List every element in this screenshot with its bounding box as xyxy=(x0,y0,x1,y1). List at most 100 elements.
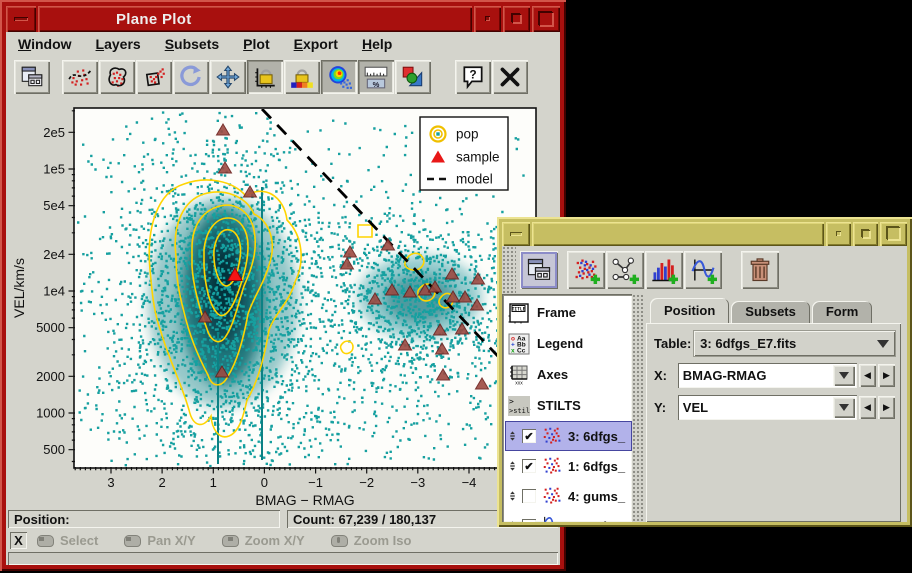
restore-button[interactable] xyxy=(532,6,560,32)
scatter-layer-icon xyxy=(540,455,564,477)
layer-visibility-checkbox[interactable]: ✔ xyxy=(522,459,536,473)
layer-stack-list[interactable]: TITLEFrameoAa+BbxCcLegendxxxAxes>>stilts… xyxy=(502,294,632,522)
tab-position[interactable]: Position xyxy=(650,298,729,323)
export-image-button[interactable] xyxy=(395,60,431,94)
hint-label: Zoom Iso xyxy=(354,533,412,548)
lock-axes-button[interactable] xyxy=(247,60,283,94)
table-select[interactable]: 3: 6dfgs_E7.fits xyxy=(694,331,895,356)
layer-visibility-checkbox[interactable] xyxy=(522,489,536,503)
title-area[interactable] xyxy=(532,222,824,246)
maximize-icon xyxy=(862,230,870,238)
lock-aux-range-button[interactable] xyxy=(284,60,320,94)
add-histogram-layer-button[interactable] xyxy=(645,251,683,289)
layer-item-1[interactable]: ✔ 3: 6dfgs_ xyxy=(505,421,632,451)
replot-button[interactable] xyxy=(173,60,209,94)
windows-button[interactable] xyxy=(14,60,50,94)
rescale-button[interactable] xyxy=(62,60,98,94)
help-button[interactable]: ? xyxy=(455,60,491,94)
plot-region[interactable]: 3210−1−2−3−42e51e55e42e41e45000200010005… xyxy=(6,98,560,510)
restore-button[interactable] xyxy=(880,222,907,246)
close-icon xyxy=(497,64,523,90)
selection-x-toggle[interactable]: X xyxy=(10,532,27,549)
layer-label: 3: 6dfgs_ xyxy=(568,429,625,444)
minimize-button[interactable] xyxy=(826,222,851,246)
x-tick-label: −2 xyxy=(359,475,374,490)
window-body: TITLEFrameoAa+BbxCcLegendxxxAxes>>stilts… xyxy=(502,246,907,522)
menu-window[interactable]: Window xyxy=(18,36,72,52)
x-next-button[interactable]: ▶ xyxy=(878,364,895,387)
titlebar[interactable] xyxy=(502,222,907,246)
x-coordinate-combo[interactable]: BMAG-RMAG xyxy=(678,363,857,388)
layer-item-2[interactable]: ✔1: 6dfgs_ xyxy=(505,451,632,481)
maximize-icon xyxy=(512,14,521,23)
windows-button[interactable] xyxy=(520,251,558,289)
legend-label-model: model xyxy=(456,172,493,187)
windows-icon xyxy=(19,64,45,90)
minimize-button[interactable] xyxy=(474,6,501,32)
y-prev-button[interactable]: ◀ xyxy=(859,396,876,419)
stack-item-legend[interactable]: oAa+BbxCcLegend xyxy=(505,328,632,359)
reorder-handle-icon[interactable] xyxy=(507,486,518,506)
menu-layers[interactable]: Layers xyxy=(96,36,141,52)
maximize-button[interactable] xyxy=(853,222,878,246)
window-menu-button[interactable] xyxy=(6,6,36,32)
minimize-icon xyxy=(485,16,490,21)
x-tick-label: −3 xyxy=(410,475,425,490)
reorder-handle-icon[interactable] xyxy=(507,426,518,446)
y-tick-label: 1e5 xyxy=(43,162,65,177)
tab-subsets[interactable]: Subsets xyxy=(731,301,810,323)
aux-shader-button[interactable] xyxy=(321,60,357,94)
layer-item-4[interactable]: ✔Function xyxy=(505,511,632,522)
menu-help[interactable]: Help xyxy=(362,36,392,52)
window-title: Plane Plot xyxy=(116,11,192,28)
toolbar-grip[interactable] xyxy=(502,246,516,294)
menu-subsets[interactable]: Subsets xyxy=(165,36,219,52)
maximize-button[interactable] xyxy=(503,6,530,32)
pan-axes-button[interactable] xyxy=(210,60,246,94)
delete-layer-button[interactable] xyxy=(741,251,779,289)
x-tick-label: −1 xyxy=(308,475,323,490)
plane-plot-chart[interactable]: 3210−1−2−3−42e51e55e42e41e45000200010005… xyxy=(6,98,560,511)
add-function-layer-button[interactable] xyxy=(684,251,722,289)
stack-item-axes[interactable]: xxxAxes xyxy=(505,359,632,390)
reorder-handle-icon[interactable] xyxy=(507,456,518,476)
add-link-layer-icon xyxy=(611,256,639,284)
layer-label: 4: gums_ xyxy=(568,489,625,504)
stack-item-stilts[interactable]: >>stiltsSTILTS xyxy=(505,390,632,421)
menu-plot[interactable]: Plot xyxy=(243,36,269,52)
legend-label-sample: sample xyxy=(456,150,500,165)
control-toolbar xyxy=(502,246,907,294)
hint-select: Select xyxy=(37,533,98,548)
svg-text:TITLE: TITLE xyxy=(512,306,526,312)
title-area[interactable]: Plane Plot xyxy=(38,6,472,32)
y-next-button[interactable]: ▶ xyxy=(878,396,895,419)
window-menu-button[interactable] xyxy=(502,222,530,246)
close-button[interactable] xyxy=(492,60,528,94)
legend-label-pop: pop xyxy=(456,127,479,142)
add-link-layer-button[interactable] xyxy=(606,251,644,289)
layer-item-3[interactable]: 4: gums_ xyxy=(505,481,632,511)
position-tab-panel: Table: 3: 6dfgs_E7.fits X: BMAG-RMAG ◀ xyxy=(646,323,901,522)
x-prev-button[interactable]: ◀ xyxy=(859,364,876,387)
y-coordinate-combo[interactable]: VEL xyxy=(678,395,857,420)
rescale-y-button[interactable] xyxy=(136,60,172,94)
function-layer-icon xyxy=(540,515,564,522)
menu-export[interactable]: Export xyxy=(294,36,338,52)
reorder-handle-icon[interactable] xyxy=(507,516,518,522)
tab-form[interactable]: Form xyxy=(812,301,873,323)
y-dropdown-button[interactable] xyxy=(833,397,855,418)
aux-percent-button[interactable]: % xyxy=(358,60,394,94)
frame-icon: TITLE xyxy=(507,301,531,325)
layer-visibility-checkbox[interactable]: ✔ xyxy=(522,429,536,443)
x-tick-label: 0 xyxy=(261,475,268,490)
layer-visibility-checkbox[interactable]: ✔ xyxy=(522,519,536,522)
stack-item-frame[interactable]: TITLEFrame xyxy=(505,297,632,328)
add-scatter-layer-button[interactable] xyxy=(567,251,605,289)
x-dropdown-button[interactable] xyxy=(833,365,855,386)
position-readout: Position: xyxy=(8,510,280,528)
rescale-x-button[interactable] xyxy=(99,60,135,94)
titlebar[interactable]: Plane Plot xyxy=(6,6,560,32)
panel-divider[interactable] xyxy=(632,294,644,522)
plot-controls-window: TITLEFrameoAa+BbxCcLegendxxxAxes>>stilts… xyxy=(497,217,912,527)
chevron-down-icon xyxy=(839,404,849,411)
